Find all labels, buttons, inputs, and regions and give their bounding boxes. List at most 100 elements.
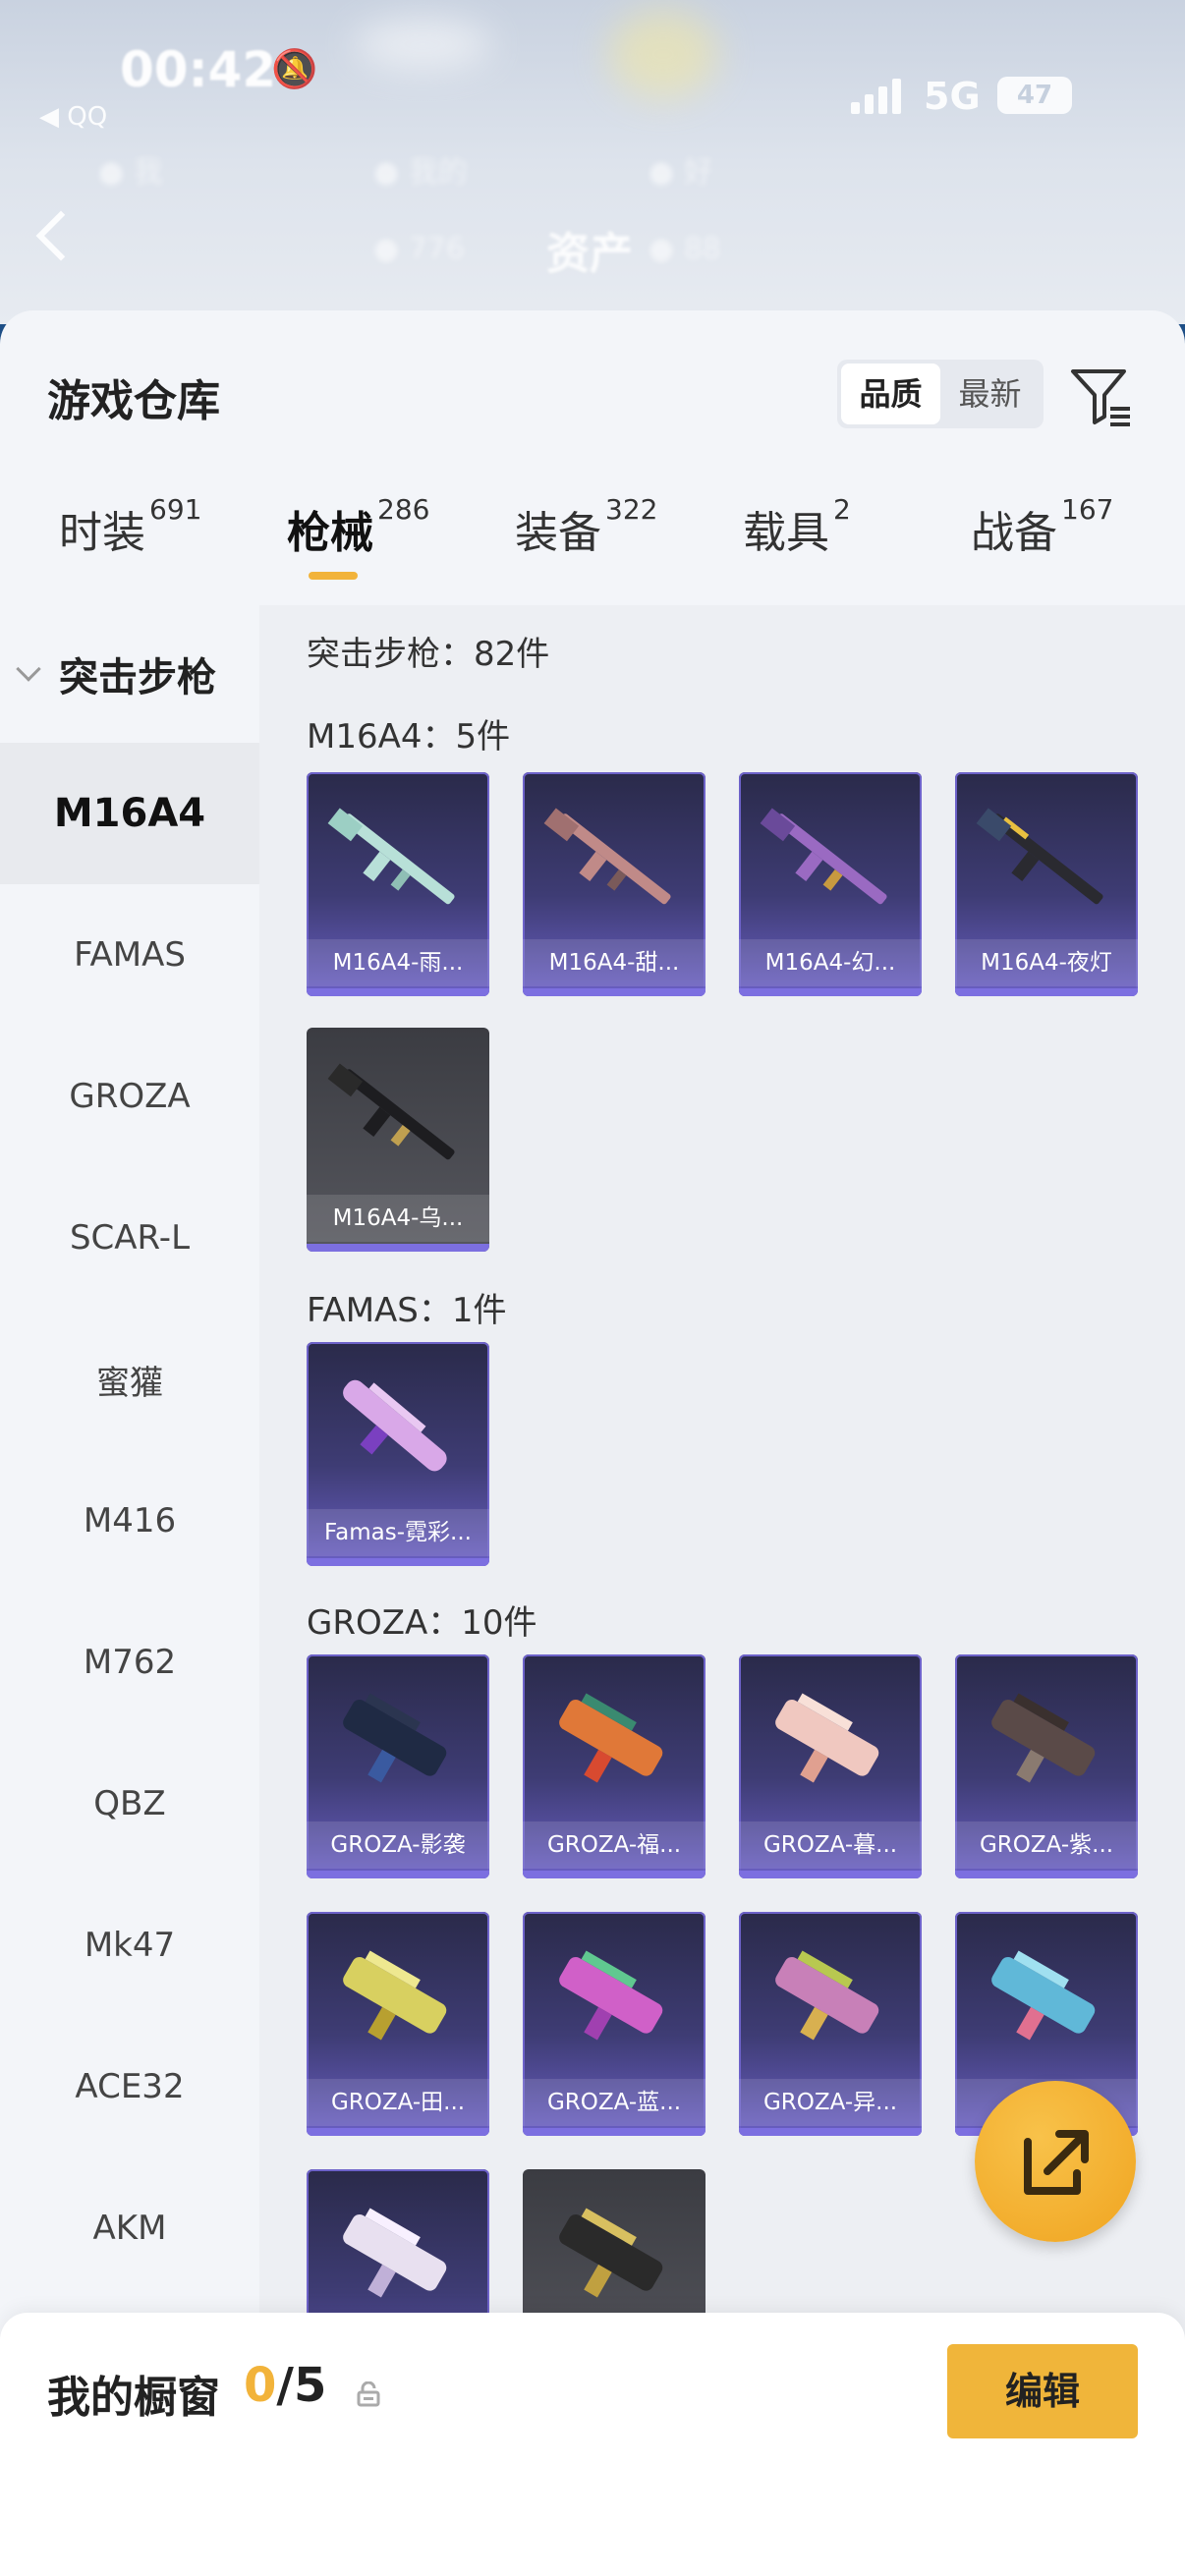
smg-icon (343, 2208, 447, 2298)
back-arrow-icon[interactable] (35, 210, 86, 261)
back-to-app[interactable]: ◀ QQ (39, 102, 107, 132)
rarity-bar (523, 1871, 705, 1878)
weapon-card-label: GROZA-紫... (955, 1821, 1138, 1869)
edit-button[interactable]: 编辑 (947, 2344, 1138, 2438)
weapon-card[interactable]: GROZA-田... (307, 1912, 489, 2136)
blurred-text: ● 好 (649, 155, 713, 190)
share-external-icon (1024, 2130, 1089, 2195)
showcase-bar: 我的橱窗 0/5 编辑 (0, 2313, 1185, 2576)
rarity-bar (523, 2128, 705, 2136)
background-header: ● 我 ● 我的 ● 好 ● 776 ● 88 00:42 🔕 ◀ QQ 5G … (0, 0, 1185, 324)
filter-icon[interactable] (1067, 362, 1136, 430)
rifle-icon (343, 1379, 447, 1472)
tab-count: 286 (377, 493, 430, 526)
rifle-icon (543, 808, 671, 905)
rifle-icon (760, 808, 887, 905)
sort-quality-button[interactable]: 品质 (841, 364, 940, 424)
weapon-card[interactable]: GROZA-影袭 (307, 1654, 489, 1878)
weapon-card-label: GROZA-福... (523, 1821, 705, 1869)
smg-icon (559, 1950, 663, 2041)
blurred-text: ● 88 (649, 232, 721, 266)
weapon-card[interactable]: GROZA-蓝... (523, 1912, 705, 2136)
rarity-bar (307, 1871, 489, 1878)
sidebar-item-honey-badger[interactable]: 蜜獾 (0, 1309, 259, 1450)
rarity-bar (523, 988, 705, 996)
section-header-m16a4: M16A4：5件 (307, 717, 511, 756)
weapon-card-label: M16A4-夜灯 (955, 939, 1138, 986)
share-button[interactable] (975, 2081, 1136, 2242)
sidebar-item-m416[interactable]: M416 (0, 1450, 259, 1592)
warehouse-sheet: 游戏仓库 品质 最新 时装 691 枪械 286 装备 322 载具 2 战备 167 (0, 310, 1185, 2576)
smg-icon (991, 1950, 1096, 2041)
section-header-groza: GROZA：10件 (307, 1603, 537, 1643)
tab-guns[interactable]: 枪械 286 (287, 493, 429, 605)
summary-count: 突击步枪：82件 (307, 635, 550, 674)
sidebar-item-mk47[interactable]: Mk47 (0, 1875, 259, 2016)
tab-fashion[interactable]: 时装 691 (59, 493, 201, 605)
tab-equipment[interactable]: 装备 322 (515, 493, 657, 605)
sidebar-item-akm[interactable]: AKM (0, 2157, 259, 2299)
weapon-card[interactable]: M16A4-幻... (739, 772, 922, 996)
rarity-bar (739, 1871, 922, 1878)
sidebar-item-m16a4[interactable]: M16A4 (0, 743, 259, 884)
active-tab-indicator (309, 572, 358, 580)
tab-vehicles[interactable]: 载具 2 (743, 493, 851, 605)
sidebar-item-m762[interactable]: M762 (0, 1592, 259, 1733)
smg-icon (775, 1693, 879, 1783)
weapon-card[interactable]: M16A4-夜灯 (955, 772, 1138, 996)
weapon-card[interactable]: GROZA-暮... (739, 1654, 922, 1878)
tab-label: 战备 (971, 508, 1057, 558)
smg-icon (559, 2208, 663, 2298)
weapon-card-label: GROZA-暮... (739, 1821, 922, 1869)
weapon-card[interactable]: M16A4-甜... (523, 772, 705, 996)
smg-icon (343, 1693, 447, 1783)
rifle-icon (327, 808, 455, 905)
rifle-icon (327, 1063, 455, 1160)
sidebar-group-assault-rifles[interactable]: 突击步枪 (0, 605, 259, 743)
section-header-famas: FAMAS：1件 (307, 1291, 507, 1330)
smg-icon (775, 1950, 879, 2041)
smg-icon (559, 1693, 663, 1783)
smg-icon (343, 1950, 447, 2041)
weapon-card[interactable]: M16A4-乌... (307, 1028, 489, 1252)
sidebar-item-qbz[interactable]: QBZ (0, 1733, 259, 1875)
background-page-title: 资产 (546, 229, 633, 279)
tab-label: 枪械 (287, 508, 373, 558)
sidebar-item-ace32[interactable]: ACE32 (0, 2016, 259, 2157)
sidebar-item-famas[interactable]: FAMAS (0, 884, 259, 1026)
weapon-card-label: Famas-霓彩... (307, 1509, 489, 1556)
weapon-card[interactable]: GROZA-异... (739, 1912, 922, 2136)
weapon-card-label: M16A4-乌... (307, 1195, 489, 1242)
weapon-card[interactable]: GROZA-福... (523, 1654, 705, 1878)
chevron-down-icon (16, 656, 41, 682)
tab-label: 载具 (743, 508, 829, 558)
tab-count: 2 (833, 493, 851, 526)
rarity-bar (955, 1871, 1138, 1878)
weapon-card[interactable]: Famas-霓彩... (307, 1342, 489, 1566)
tab-count: 691 (149, 493, 202, 526)
rarity-bar (307, 988, 489, 996)
tab-count: 167 (1061, 493, 1114, 526)
showcase-count: 0/5 (244, 2358, 326, 2413)
bell-mute-icon: 🔕 (271, 47, 318, 90)
weapon-card-label: GROZA-田... (307, 2079, 489, 2126)
blurred-text: ● 我的 (373, 155, 468, 190)
signal-icon (851, 79, 901, 114)
weapon-card-label: M16A4-雨... (307, 939, 489, 986)
weapon-card[interactable]: GROZA-紫... (955, 1654, 1138, 1878)
sidebar-item-scar-l[interactable]: SCAR-L (0, 1167, 259, 1309)
lock-icon (357, 2381, 380, 2407)
showcase-current: 0 (244, 2358, 277, 2413)
weapon-card-label: GROZA-蓝... (523, 2079, 705, 2126)
blurred-decoration (609, 10, 717, 98)
blurred-text: ● 776 (373, 232, 465, 266)
sidebar-item-groza[interactable]: GROZA (0, 1026, 259, 1167)
tab-count: 322 (605, 493, 658, 526)
sheet-title: 游戏仓库 (47, 376, 220, 426)
weapon-card[interactable]: M16A4-雨... (307, 772, 489, 996)
sidebar-group-label: 突击步枪 (59, 655, 216, 700)
showcase-title: 我的橱窗 (47, 2373, 220, 2423)
sort-newest-button[interactable]: 最新 (940, 364, 1040, 424)
tab-supplies[interactable]: 战备 167 (971, 493, 1113, 605)
weapon-card-label: GROZA-影袭 (307, 1821, 489, 1869)
